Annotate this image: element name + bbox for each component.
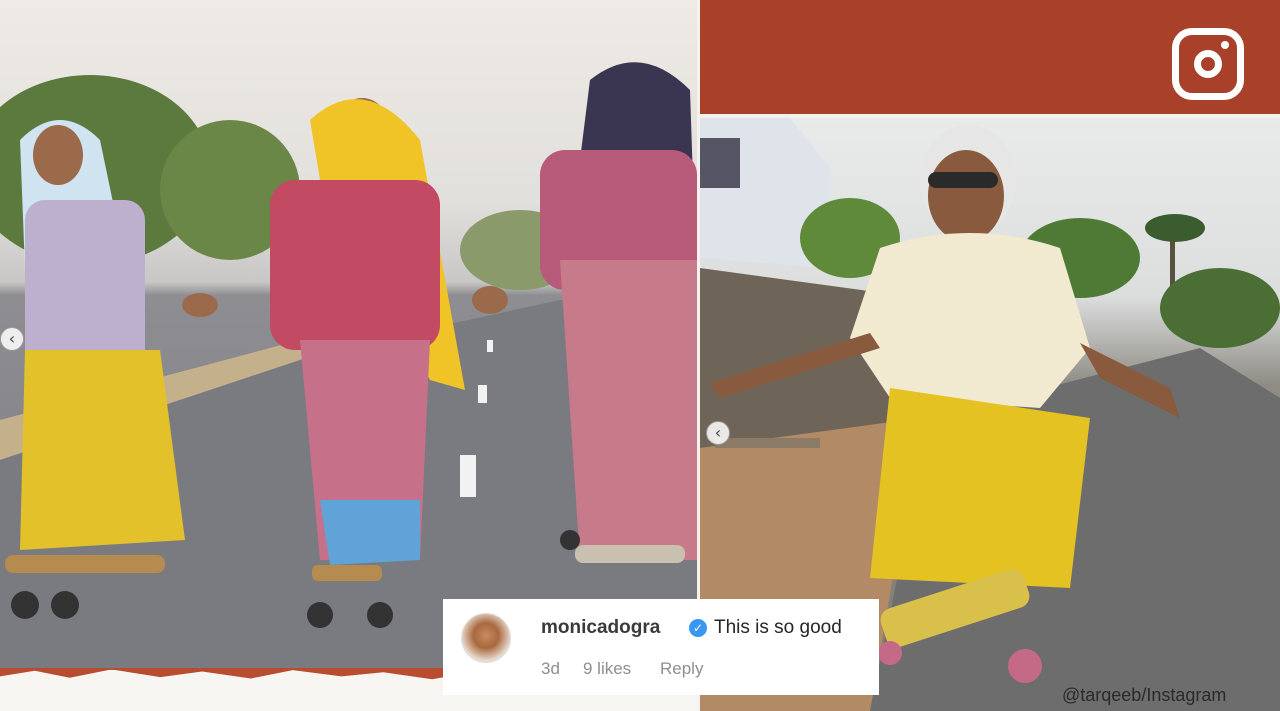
- photo-credit: @tarqeeb/Instagram: [1062, 685, 1227, 705]
- comment-likes[interactable]: 9 likes: [583, 659, 631, 679]
- comment-time: 3d: [541, 659, 560, 678]
- instagram-icon: [1172, 28, 1244, 100]
- comment-text: This is so good: [714, 617, 842, 638]
- reply-button[interactable]: Reply: [660, 659, 703, 679]
- instagram-comment-card: monicadogra ✓ This is so good 3d 9 likes…: [443, 599, 879, 695]
- avatar[interactable]: [461, 613, 511, 663]
- carousel-prev-icon[interactable]: ‹: [0, 327, 24, 351]
- photo-left-skateboarders: [0, 0, 697, 671]
- verified-icon: ✓: [689, 619, 707, 637]
- comment-username[interactable]: monicadogra: [541, 617, 660, 639]
- carousel-prev-icon[interactable]: ‹: [706, 421, 730, 445]
- skateboarders-illustration: [0, 62, 697, 671]
